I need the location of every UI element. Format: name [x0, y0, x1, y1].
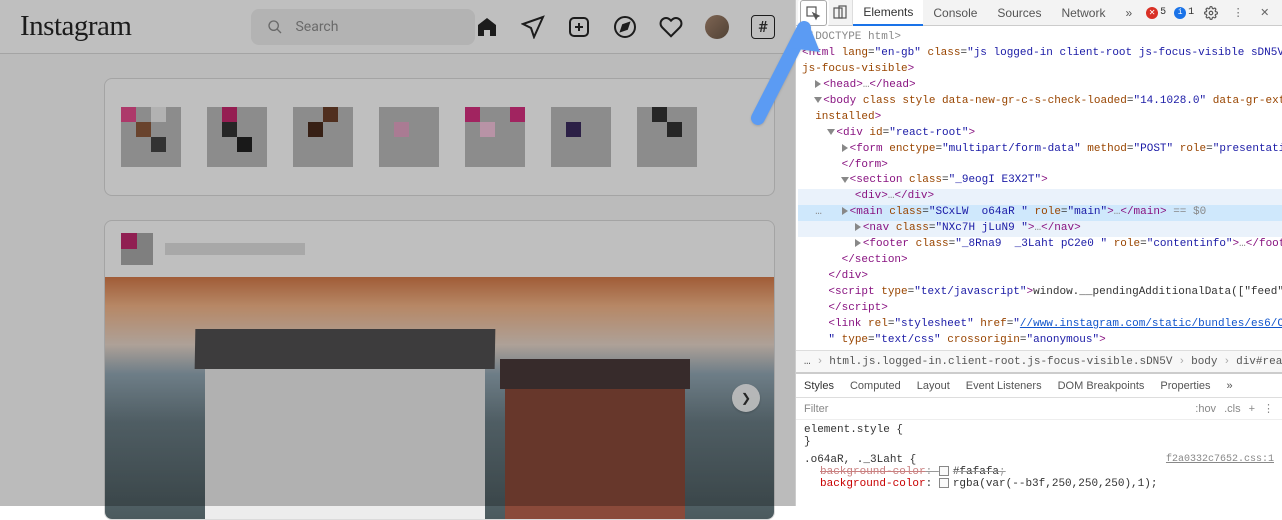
- home-icon[interactable]: [475, 15, 499, 39]
- inspect-element-icon[interactable]: [800, 0, 827, 26]
- dom-tree[interactable]: <!DOCTYPE html> <html lang="en-gb" class…: [796, 26, 1282, 350]
- nav-icons: #: [475, 15, 775, 39]
- new-post-icon[interactable]: [567, 15, 591, 39]
- subtab-event-listeners[interactable]: Event Listeners: [966, 380, 1042, 392]
- subtab-styles[interactable]: Styles: [804, 380, 834, 392]
- css-rules[interactable]: element.style { } .o64aR, ._3Laht { f2a03…: [796, 420, 1282, 506]
- tab-sources[interactable]: Sources: [987, 0, 1051, 26]
- styles-filter-input[interactable]: Filter: [804, 403, 828, 415]
- crumb-item[interactable]: html.js.logged-in.client-root.js-focus-v…: [829, 356, 1172, 368]
- hashtag-button[interactable]: #: [751, 15, 775, 39]
- devtools-tabbar: Elements Console Sources Network » ✕5 i1…: [796, 0, 1282, 26]
- breadcrumb[interactable]: … › html.js.logged-in.client-root.js-foc…: [796, 350, 1282, 372]
- device-toolbar-icon[interactable]: [827, 0, 854, 26]
- css-property-value[interactable]: rgba(var(--b3f,250,250,250),1): [953, 478, 1151, 490]
- feed-post: ❯: [104, 220, 775, 520]
- instagram-pane: Instagram Search #: [0, 0, 796, 506]
- story-tray: [104, 78, 775, 196]
- info-count: 1: [1188, 7, 1194, 18]
- subtab-computed[interactable]: Computed: [850, 380, 901, 392]
- post-author-avatar[interactable]: [121, 233, 153, 265]
- new-rule-button[interactable]: +: [1249, 403, 1255, 415]
- carousel-next-button[interactable]: ❯: [732, 384, 760, 412]
- search-input[interactable]: Search: [251, 9, 475, 45]
- cls-toggle[interactable]: .cls: [1224, 403, 1241, 415]
- post-image[interactable]: ❯: [105, 277, 774, 519]
- story-item[interactable]: [293, 107, 353, 167]
- profile-avatar[interactable]: [705, 15, 729, 39]
- info-badge[interactable]: i1: [1174, 7, 1194, 19]
- instagram-topbar: Instagram Search #: [0, 0, 795, 54]
- post-header: [105, 221, 774, 277]
- crumb-more[interactable]: …: [804, 356, 811, 368]
- crumb-item[interactable]: div#react-root: [1236, 356, 1282, 368]
- close-icon[interactable]: ✕: [1251, 0, 1278, 26]
- css-property-name[interactable]: background-color: [820, 478, 926, 490]
- styles-subtabs: Styles Computed Layout Event Listeners D…: [796, 374, 1282, 398]
- subtab-more[interactable]: »: [1227, 380, 1233, 392]
- styles-filter-bar: Filter :hov .cls + ⋮: [796, 398, 1282, 420]
- story-item[interactable]: [207, 107, 267, 167]
- hov-toggle[interactable]: :hov: [1195, 403, 1216, 415]
- post-author-name[interactable]: [165, 243, 305, 255]
- css-selector[interactable]: .o64aR, ._3Laht {: [804, 454, 916, 466]
- tab-console[interactable]: Console: [923, 0, 987, 26]
- search-icon: [267, 19, 283, 35]
- tab-elements[interactable]: Elements: [853, 0, 923, 26]
- css-selector[interactable]: element.style {: [804, 424, 1274, 436]
- story-item[interactable]: [465, 107, 525, 167]
- settings-icon[interactable]: [1198, 0, 1225, 26]
- instagram-logo[interactable]: Instagram: [20, 10, 131, 43]
- explore-icon[interactable]: [613, 15, 637, 39]
- crumb-item[interactable]: body: [1191, 356, 1217, 368]
- subtab-dom-breakpoints[interactable]: DOM Breakpoints: [1058, 380, 1145, 392]
- messenger-icon[interactable]: [521, 15, 545, 39]
- subtab-layout[interactable]: Layout: [917, 380, 950, 392]
- styles-panel: Styles Computed Layout Event Listeners D…: [796, 372, 1282, 506]
- css-brace: }: [804, 436, 1274, 448]
- css-property-name[interactable]: background-color: [820, 466, 926, 478]
- tab-network[interactable]: Network: [1051, 0, 1115, 26]
- more-icon[interactable]: ⋮: [1263, 402, 1274, 415]
- dom-line[interactable]: <!DOCTYPE html>: [802, 31, 901, 43]
- story-item[interactable]: [551, 107, 611, 167]
- dock-menu-icon[interactable]: ⋮: [1225, 0, 1252, 26]
- story-item[interactable]: [379, 107, 439, 167]
- error-count: 5: [1160, 7, 1166, 18]
- error-badge[interactable]: ✕5: [1146, 7, 1166, 19]
- story-item[interactable]: [121, 107, 181, 167]
- story-item[interactable]: [637, 107, 697, 167]
- activity-icon[interactable]: [659, 15, 683, 39]
- subtab-properties[interactable]: Properties: [1160, 380, 1210, 392]
- search-placeholder: Search: [295, 19, 338, 35]
- css-property-value[interactable]: #fafafa: [953, 466, 999, 478]
- css-source-link[interactable]: f2a0332c7652.css:1: [1166, 454, 1274, 465]
- devtools-pane: Elements Console Sources Network » ✕5 i1…: [796, 0, 1282, 506]
- tab-overflow[interactable]: »: [1115, 0, 1142, 26]
